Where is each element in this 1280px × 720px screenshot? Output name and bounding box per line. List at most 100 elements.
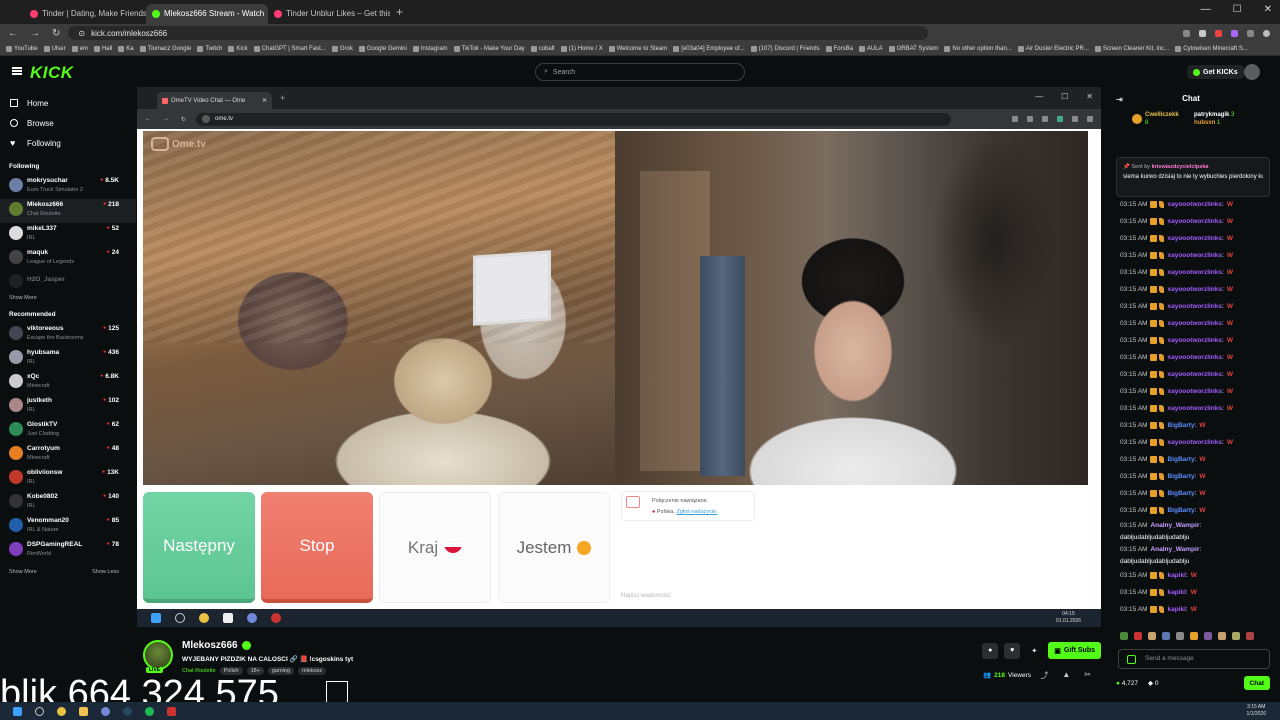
message-username[interactable]: xayoootworzlinks [1167, 337, 1222, 344]
bookmark[interactable]: Instagram [412, 45, 448, 52]
chat-message[interactable]: 03:15 AM kapikl: W [1120, 585, 1278, 602]
gifter-1[interactable]: Cwelliczekk 8 [1132, 111, 1179, 127]
message-username[interactable]: xayoootworzlinks [1167, 218, 1222, 225]
bookmark[interactable]: Kick [228, 45, 248, 52]
following-show-more[interactable]: Show More [0, 291, 136, 305]
back-icon[interactable]: ← [8, 28, 18, 39]
bookmark[interactable]: Grok [331, 45, 353, 52]
share-icon[interactable]: ⤴ [1040, 670, 1048, 681]
sidebar-channel[interactable]: obliviionsw IRL 13K [0, 467, 136, 491]
emote-icon[interactable] [1134, 632, 1142, 640]
browser-tab[interactable]: Tinder | Dating, Make Friends &✕ [24, 4, 146, 24]
spotify-icon[interactable] [145, 706, 154, 716]
bookmark[interactable]: AULA [858, 45, 883, 52]
bookmark[interactable]: Tłumacz Google [139, 45, 191, 52]
streamer-avatar[interactable] [143, 640, 173, 670]
bookmark[interactable]: ForsBa [825, 45, 853, 52]
message-username[interactable]: BigBarty [1167, 422, 1194, 429]
chat-message[interactable]: 03:15 AM BigBarty: W [1120, 503, 1278, 520]
send-chat-button[interactable]: Chat [1243, 676, 1270, 690]
message-username[interactable]: xayoootworzlinks [1167, 286, 1222, 293]
gift-subs-button[interactable]: ▣ Gift Subs [1048, 642, 1101, 659]
os-clock[interactable]: 3:15 AM 1/1/2026 [1247, 704, 1266, 718]
clip-icon[interactable]: ✂ [1084, 670, 1091, 681]
emote-icon[interactable] [1162, 632, 1170, 640]
chat-message[interactable]: 03:15 AM kapikl: W [1120, 602, 1278, 619]
chat-message[interactable]: 03:15 AM BigBarty: W [1120, 418, 1278, 435]
show-less-button[interactable]: Show Less [92, 569, 119, 575]
bookmark[interactable]: Cytowisen Minecraft S... [1175, 45, 1248, 52]
chat-message[interactable]: 03:15 AM xayoootworzlinks: W [1120, 248, 1278, 265]
browser-tab[interactable]: Tinder Unblur Likes – Get this E✕ [268, 4, 390, 24]
chat-message[interactable]: 03:15 AM xayoootworzlinks: W [1120, 197, 1278, 214]
browser-tab[interactable]: Mlekosz666 Stream - Watch✕ [146, 3, 268, 24]
collapse-chat-icon[interactable]: ⇥ [1116, 95, 1123, 104]
sidebar-item-browse[interactable]: Browse [0, 113, 136, 133]
message-username[interactable]: BigBarty [1167, 490, 1194, 497]
message-username[interactable]: xayoootworzlinks [1167, 320, 1222, 327]
message-username[interactable]: xayoootworzlinks [1167, 354, 1222, 361]
bookmark[interactable]: Hall [93, 45, 112, 52]
bookmark[interactable]: (1) Home / X [560, 45, 603, 52]
sidebar-item-following[interactable]: ♥ Following [0, 133, 136, 153]
sidebar-channel[interactable]: Mlekosz666 Chat Roulette 218 [0, 199, 136, 223]
minimize-icon[interactable]: — [1201, 4, 1211, 15]
sidebar-channel[interactable]: viktoreeous Escape the Backrooms 125 [0, 323, 136, 347]
bookmark[interactable]: Welcome to Steam [608, 45, 667, 52]
bookmark[interactable]: No other option than... [944, 45, 1012, 52]
chat-message[interactable]: 03:15 AM xayoootworzlinks: W [1120, 316, 1278, 333]
chat-message[interactable]: 03:15 AM xayoootworzlinks: W [1120, 435, 1278, 452]
message-username[interactable]: xayoootworzlinks [1167, 388, 1222, 395]
notification-bell-icon[interactable]: ● [982, 642, 999, 659]
forward-icon[interactable]: → [30, 28, 40, 39]
message-username[interactable]: Analny_Wampir [1150, 546, 1199, 553]
bookmark[interactable]: Ka [118, 45, 134, 52]
message-username[interactable]: xayoootworzlinks [1167, 439, 1222, 446]
message-username[interactable]: BigBarty [1167, 507, 1194, 514]
close-icon[interactable]: ✕ [1264, 4, 1272, 15]
streamer-name[interactable]: Mlekosz666 [182, 640, 238, 651]
message-username[interactable]: xayoootworzlinks [1167, 235, 1222, 242]
steam-icon[interactable] [123, 706, 132, 716]
chat-message[interactable]: 03:15 AM BigBarty: W [1120, 486, 1278, 503]
emote-icon[interactable] [1204, 632, 1212, 640]
bookmark[interactable]: YouTube [6, 45, 38, 52]
sidebar-channel[interactable]: Kobe0802 IRL 140 [0, 491, 136, 515]
chat-input[interactable]: Send a message [1118, 649, 1270, 669]
sidebar-channel[interactable]: hyubsama IRL 436 [0, 347, 136, 371]
emote-icon[interactable] [1232, 632, 1240, 640]
sidebar-channel[interactable]: DSPGamingREAL RimWorld 78 [0, 539, 136, 563]
search-icon[interactable] [35, 706, 44, 716]
get-kicks-button[interactable]: Get KICKs [1187, 65, 1244, 79]
message-username[interactable]: Analny_Wampir [1150, 522, 1199, 529]
emote-icon[interactable] [1218, 632, 1226, 640]
url-field[interactable]: ⊙ kick.com/mlekosz666 [68, 26, 929, 40]
emote-icon[interactable] [1190, 632, 1198, 640]
chat-message[interactable]: 03:15 AM xayoootworzlinks: W [1120, 214, 1278, 231]
emote-icon[interactable] [1176, 632, 1184, 640]
bookmark[interactable]: Ulser [43, 45, 66, 52]
offline-channel[interactable]: H2O_Jasper [0, 271, 136, 291]
user-avatar[interactable] [1244, 64, 1260, 80]
chat-message[interactable]: 03:15 AM xayoootworzlinks: W [1120, 265, 1278, 282]
bookmark[interactable]: cobalt [530, 45, 555, 52]
chat-message[interactable]: 03:15 AM xayoootworzlinks: W [1120, 333, 1278, 350]
bookmark[interactable]: em [71, 45, 88, 52]
extension-icon[interactable] [1247, 29, 1254, 37]
chat-message[interactable]: 03:15 AM kapikl: W [1120, 568, 1278, 585]
bookmark[interactable]: Twitch [197, 45, 222, 52]
chat-message[interactable]: 03:15 AM xayoootworzlinks: W [1120, 401, 1278, 418]
message-username[interactable]: BigBarty [1167, 456, 1194, 463]
more-options-icon[interactable]: ✦ [1026, 643, 1042, 659]
chat-message[interactable]: 03:15 AM xayoootworzlinks: W [1120, 282, 1278, 299]
reload-icon[interactable]: ↻ [52, 28, 60, 39]
tag-mlekosz[interactable]: mlekosz [298, 667, 327, 675]
message-username[interactable]: kapikl [1167, 589, 1185, 596]
sidebar-channel[interactable]: Venomman20 IRL & Nature 85 [0, 515, 136, 539]
app-icon[interactable] [167, 706, 176, 716]
bookmark[interactable]: Google Gemini [358, 45, 407, 52]
pinned-message[interactable]: 📌 Sent by kriswiazdzycielcipska siema ku… [1116, 157, 1270, 197]
bookmark[interactable]: ORBAT System [888, 45, 938, 52]
sidebar-channel[interactable]: GlostikTV Just Chatting 62 [0, 419, 136, 443]
sidebar-item-home[interactable]: Home [0, 93, 136, 113]
